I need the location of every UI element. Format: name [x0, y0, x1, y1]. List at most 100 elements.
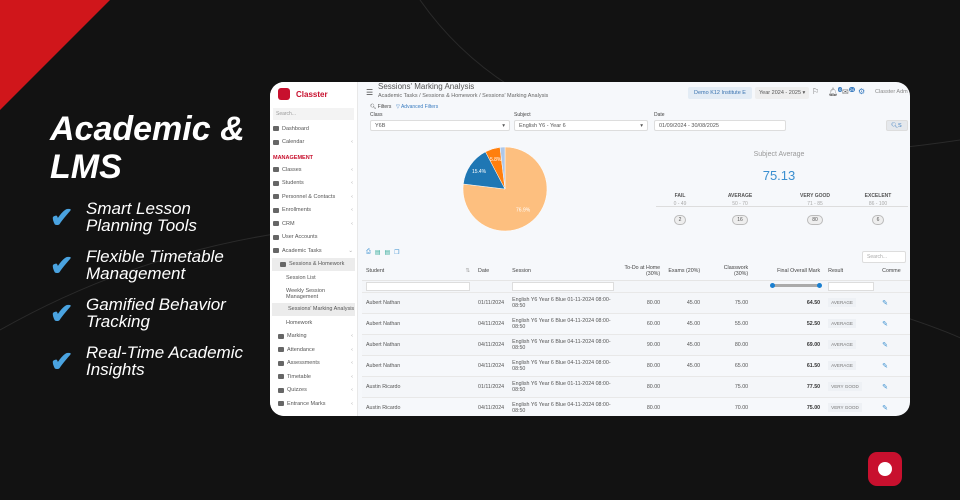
sidebar-item-entrance-marks[interactable]: Entrance Marks ‹ — [270, 397, 357, 411]
classter-logo-icon — [868, 452, 902, 486]
label: S — [897, 123, 902, 129]
sidebar-item-quizzes[interactable]: Quizzes ‹ — [270, 384, 357, 398]
sidebar-item-enrollments[interactable]: Enrollments ‹ — [270, 204, 357, 218]
support-icon[interactable]: ⚙ — [858, 87, 865, 96]
sidebar-item-classes[interactable]: Classes ‹ — [270, 163, 357, 177]
col-exams[interactable]: Exams (20%) — [664, 262, 705, 281]
feature-label: Flexible Timetable Management — [86, 247, 224, 283]
excel-icon[interactable]: ▤ — [384, 249, 390, 256]
year-selector[interactable]: Year 2024 - 2025 ▾ — [755, 87, 810, 99]
date-label: Date — [654, 112, 665, 118]
copy-icon[interactable]: ❐ — [394, 249, 399, 256]
flag-icon[interactable]: ⚐ — [812, 87, 819, 96]
label: Students — [282, 180, 304, 187]
col-final-mark[interactable]: Final Overall Mark — [752, 262, 825, 281]
chevron-left-icon: ‹ — [351, 360, 353, 367]
edit-comment-icon[interactable]: ✎ — [882, 384, 888, 391]
table-row[interactable]: Aubert Nathan 04/11/2024 English Y6 Year 6… — [362, 355, 910, 377]
cell-date: 04/11/2024 — [478, 404, 505, 411]
class-select[interactable]: Y6B ▾ — [370, 120, 510, 131]
sidebar-item-user-accounts[interactable]: User Accounts — [270, 231, 357, 245]
sidebar-item-marking[interactable]: Marking ‹ — [270, 330, 357, 344]
col-student[interactable]: Student ⇅ — [362, 262, 474, 281]
hero: Academic & LMS ✔ Smart Lesson Planning To… — [50, 110, 256, 378]
chevron-down-icon: ▾ — [502, 123, 505, 129]
label: Timetable — [287, 373, 311, 380]
col-comment[interactable]: Comme — [878, 262, 910, 281]
feature-item: ✔ Real-Time Academic Insights — [50, 344, 256, 378]
class-label: Class — [370, 112, 383, 118]
filters-tab[interactable]: 🔍︎ Filters — [370, 104, 391, 110]
band-very-good: VERY GOOD 71 - 85 80 — [790, 193, 840, 225]
sidebar-item-homework[interactable]: Homework — [270, 316, 357, 330]
col-date[interactable]: Date — [474, 262, 509, 281]
feature-label: Gamified Behavior Tracking — [86, 295, 226, 331]
advanced-filters-link[interactable]: ▽ Advanced Filters — [396, 104, 438, 110]
sidebar-item-dashboard[interactable]: Dashboard — [270, 122, 357, 136]
table-row[interactable]: Aubert Nathan 04/11/2024 English Y6 Year 6… — [362, 313, 910, 335]
print-icon[interactable]: ⎙ — [366, 249, 371, 256]
sidebar-item-sessions-homework[interactable]: Sessions & Homework — [272, 257, 355, 271]
feature-label: Real-Time Academic Insights — [86, 343, 243, 379]
label: Personnel & Contacts — [282, 193, 336, 200]
table-row[interactable]: Austin Ricardo 01/11/2024 English Y6 Year … — [362, 376, 910, 398]
table-row[interactable]: Austin Ricardo 04/11/2024 English Y6 Year … — [362, 397, 910, 416]
session-filter-input[interactable] — [512, 281, 615, 291]
feature-item: ✔ Flexible Timetable Management — [50, 248, 256, 282]
sidebar-item-academic-tasks[interactable]: Academic Tasks ⌄ — [270, 244, 357, 258]
chevron-down-icon: ▾ — [640, 123, 643, 129]
sidebar-item-calendar[interactable]: Calendar ‹ — [270, 136, 357, 150]
filters-panel: 🔍︎ Filters ▽ Advanced Filters Class Y6B ▾… — [362, 104, 910, 136]
csv-icon[interactable]: ▤ — [375, 249, 381, 256]
col-result[interactable]: Result — [824, 262, 879, 281]
band-name: AVERAGE — [727, 193, 753, 199]
cell-classwork: 70.00 — [734, 404, 749, 411]
label: Weekly Session Management — [286, 287, 326, 300]
edit-comment-icon[interactable]: ✎ — [882, 321, 888, 328]
col-todo[interactable]: To-Do at Home (30%) — [618, 262, 665, 281]
cell-session: English Y6 Year 6 Blue 04-11-2024 08:00-… — [512, 317, 611, 330]
sidebar-item-students[interactable]: Students ‹ — [270, 177, 357, 191]
label: Quizzes — [287, 387, 307, 394]
label: Dashboard — [282, 125, 309, 132]
final-mark-range-slider[interactable] — [770, 283, 823, 288]
pie-label: 76.9% — [516, 207, 531, 213]
app-logo[interactable]: Classter — [270, 82, 357, 106]
label: Classes — [282, 166, 302, 173]
quizzes-icon — [278, 387, 284, 393]
col-classwork[interactable]: Classwork (30%) — [704, 262, 753, 281]
subject-select[interactable]: English Y6 - Year 6 ▾ — [514, 120, 648, 131]
date-range-input[interactable]: 01/09/2024 - 30/08/2025 — [654, 120, 786, 131]
edit-comment-icon[interactable]: ✎ — [882, 405, 888, 412]
sidebar-search-input[interactable]: Search... — [273, 108, 354, 120]
classes-icon — [273, 167, 279, 173]
table-row[interactable]: Aubert Nathan 04/11/2024 English Y6 Year 6… — [362, 334, 910, 356]
edit-comment-icon[interactable]: ✎ — [882, 363, 888, 370]
sidebar-item-personnel[interactable]: Personnel & Contacts ‹ — [270, 190, 357, 204]
col-session[interactable]: Session — [508, 262, 619, 281]
search-button[interactable]: 🔍︎S — [886, 120, 908, 131]
cell-todo: 80.00 — [646, 404, 661, 411]
cell-exams: 45.00 — [686, 320, 701, 327]
edit-comment-icon[interactable]: ✎ — [882, 300, 888, 307]
menu-icon[interactable]: ☰ — [366, 88, 373, 97]
student-filter-input[interactable] — [366, 281, 470, 291]
user-menu[interactable]: Classter Adm — [875, 89, 908, 95]
sidebar-item-marking-analysis[interactable]: Sessions' Marking Analysis — [272, 302, 355, 316]
institute-selector[interactable]: Demo K12 Institute E — [688, 87, 752, 99]
sidebar-item-weekly[interactable]: Weekly Session Management — [270, 285, 340, 303]
mail-icon[interactable]: ✉24 — [842, 87, 856, 97]
sidebar-item-session-list[interactable]: Session List — [270, 271, 357, 285]
sidebar-item-crm[interactable]: CRM ‹ — [270, 217, 357, 231]
sidebar-item-assessments[interactable]: Assessments ‹ — [270, 357, 357, 371]
sidebar-item-attendance[interactable]: Attendance ‹ — [270, 343, 357, 357]
table-row[interactable]: Aubert Nathan 01/11/2024 English Y6 Year 6… — [362, 292, 910, 314]
sidebar-item-timetable[interactable]: Timetable ‹ — [270, 370, 357, 384]
edit-comment-icon[interactable]: ✎ — [882, 342, 888, 349]
chevron-left-icon: ‹ — [351, 333, 353, 340]
monitor-icon — [273, 126, 279, 132]
bell-icon[interactable]: 🔔︎0 — [828, 87, 843, 97]
cell-final-mark: 75.00 — [806, 404, 821, 411]
band-range: 0 - 49 — [673, 201, 687, 207]
result-filter-input[interactable] — [828, 281, 875, 291]
